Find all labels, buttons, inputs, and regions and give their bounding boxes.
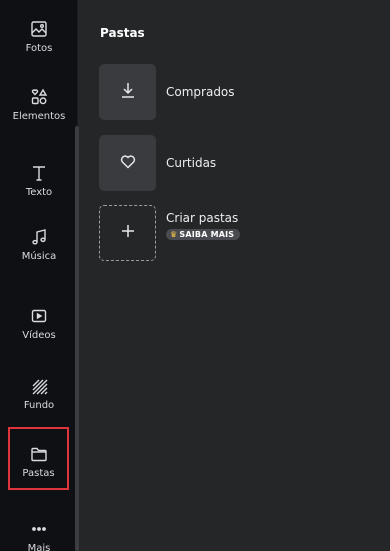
app: Fotos Elementos Texto Música Vídeos Fund… [0,0,390,551]
create-folder-thumbnail [99,205,156,261]
sidebar-item-label: Fotos [25,43,53,54]
sidebar-item-label: Elementos [12,111,66,122]
folder-thumbnail [99,64,156,120]
folder-label: Comprados [166,85,235,99]
create-folder[interactable]: Criar pastas ♛ SAIBA MAIS [99,205,369,261]
download-icon [118,80,138,104]
video-play-icon [28,305,50,327]
panel-title: Pastas [100,26,145,40]
sidebar-item-label: Mais [27,543,51,551]
folder-thumbnail [99,135,156,191]
folder-comprados[interactable]: Comprados [99,64,369,120]
sidebar-item-label: Música [21,251,57,262]
heart-icon [118,151,138,175]
sidebar-item-fundo[interactable]: Fundo [0,375,78,411]
shapes-icon [28,86,50,108]
sidebar-item-texto[interactable]: Texto [0,162,78,198]
sidebar-item-mais[interactable]: Mais [0,518,78,551]
sidebar-item-label: Texto [25,187,53,198]
crown-icon: ♛ [170,230,178,239]
more-dots-icon [28,518,50,540]
folder-label: Criar pastas [166,211,239,225]
badge-label: SAIBA MAIS [179,230,235,239]
active-item-outline [8,427,69,490]
folders-panel: Pastas Comprados Curtidas Criar pastas ♛… [80,0,390,551]
music-note-icon [28,226,50,248]
rail-scrollbar[interactable] [75,126,79,551]
text-icon [28,162,50,184]
sidebar-item-pastas[interactable]: Pastas [8,427,69,490]
image-icon [28,18,50,40]
sidebar-item-elementos[interactable]: Elementos [0,86,78,122]
learn-more-badge[interactable]: ♛ SAIBA MAIS [166,229,241,240]
background-pattern-icon [28,375,50,397]
plus-icon [118,221,138,245]
sidebar-item-videos[interactable]: Vídeos [0,305,78,341]
sidebar-item-fotos[interactable]: Fotos [0,18,78,54]
side-rail: Fotos Elementos Texto Música Vídeos Fund… [0,0,79,551]
sidebar-item-label: Fundo [23,400,55,411]
folder-label: Curtidas [166,156,217,170]
folder-curtidas[interactable]: Curtidas [99,135,369,191]
sidebar-item-musica[interactable]: Música [0,226,78,262]
sidebar-item-label: Vídeos [22,330,56,341]
